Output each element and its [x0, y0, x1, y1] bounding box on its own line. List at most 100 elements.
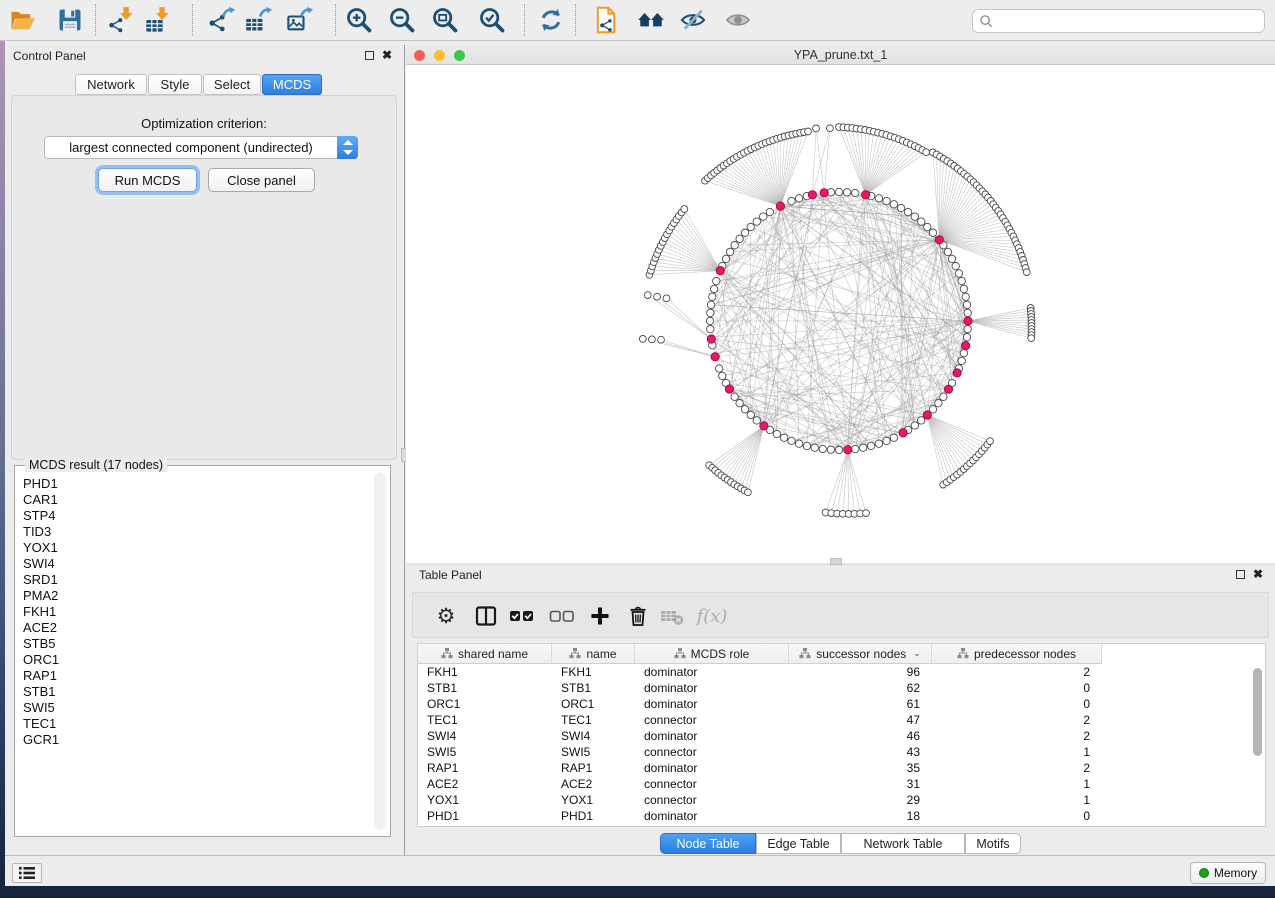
network-node[interactable] — [923, 149, 930, 156]
column-header-successor-nodes[interactable]: successor nodes⌄ — [789, 644, 932, 664]
network-node[interactable] — [960, 349, 967, 356]
network-node[interactable] — [747, 223, 754, 230]
network-node[interactable] — [875, 195, 882, 202]
zoom-fit-button[interactable] — [430, 5, 460, 35]
network-node[interactable] — [803, 442, 810, 449]
network-node[interactable] — [958, 277, 965, 284]
network-from-document-button[interactable] — [591, 5, 621, 35]
network-node[interactable] — [860, 444, 867, 451]
mcds-network-node[interactable] — [899, 429, 907, 437]
network-node[interactable] — [935, 400, 942, 407]
network-node[interactable] — [958, 357, 965, 364]
network-node[interactable] — [731, 393, 738, 400]
zoom-out-button[interactable] — [387, 5, 417, 35]
network-node[interactable] — [719, 372, 726, 379]
network-node[interactable] — [805, 128, 812, 135]
network-node[interactable] — [811, 444, 818, 451]
mcds-network-node[interactable] — [707, 335, 715, 343]
search-input[interactable] — [994, 11, 1264, 31]
mcds-network-node[interactable] — [844, 446, 852, 454]
mcds-network-node[interactable] — [776, 202, 784, 210]
mcds-result-item[interactable]: PMA2 — [23, 588, 372, 604]
network-node[interactable] — [835, 188, 842, 195]
network-node[interactable] — [962, 293, 969, 300]
export-network-button[interactable] — [207, 5, 237, 35]
mcds-result-item[interactable]: RAP1 — [23, 668, 372, 684]
tab-mcds[interactable]: MCDS — [262, 74, 322, 95]
network-node[interactable] — [1028, 335, 1035, 342]
export-table-button[interactable] — [244, 5, 274, 35]
mcds-network-node[interactable] — [711, 353, 719, 361]
split-view-icon[interactable] — [471, 601, 501, 631]
mcds-result-item[interactable]: ACE2 — [23, 620, 372, 636]
add-row-icon[interactable] — [585, 601, 615, 631]
mcds-result-item[interactable]: SWI5 — [23, 700, 372, 716]
mcds-network-node[interactable] — [862, 191, 870, 199]
mcds-result-list[interactable]: PHD1CAR1STP4TID3YOX1SWI4SRD1PMA2FKH1ACE2… — [17, 476, 372, 834]
table-row-TEC1[interactable]: TEC1TEC1connector472 — [418, 712, 1265, 728]
network-node[interactable] — [883, 197, 890, 204]
column-header-shared-name[interactable]: shared name — [418, 644, 552, 664]
tab-network-table[interactable]: Network Table — [841, 833, 965, 854]
network-node[interactable] — [897, 204, 904, 211]
table-row-SWI4[interactable]: SWI4SWI4dominator462 — [418, 728, 1265, 744]
network-node[interactable] — [795, 195, 802, 202]
deselect-all-icon[interactable] — [547, 601, 577, 631]
memory-button[interactable]: Memory — [1190, 862, 1266, 884]
mcds-result-item[interactable]: TID3 — [23, 524, 372, 540]
table-float-window-icon[interactable] — [1236, 570, 1245, 579]
mcds-result-item[interactable]: SRD1 — [23, 572, 372, 588]
mcds-result-scrollbar[interactable] — [374, 472, 386, 830]
network-node[interactable] — [707, 309, 714, 316]
network-node[interactable] — [639, 336, 646, 343]
mcds-result-item[interactable]: STP4 — [23, 508, 372, 524]
network-node[interactable] — [904, 208, 911, 215]
network-node[interactable] — [875, 440, 882, 447]
network-node[interactable] — [773, 430, 780, 437]
network-node[interactable] — [952, 262, 959, 269]
network-node[interactable] — [707, 301, 714, 308]
network-node[interactable] — [736, 235, 743, 242]
mcds-network-node[interactable] — [962, 342, 970, 350]
import-network-button[interactable] — [107, 5, 137, 35]
tab-network[interactable]: Network — [75, 74, 147, 95]
mcds-result-item[interactable]: SWI4 — [23, 556, 372, 572]
network-node[interactable] — [706, 317, 713, 324]
network-node[interactable] — [753, 417, 760, 424]
delete-row-icon[interactable] — [623, 601, 653, 631]
network-node[interactable] — [788, 197, 795, 204]
network-node[interactable] — [731, 242, 738, 249]
mcds-result-item[interactable]: PHD1 — [23, 476, 372, 492]
network-node[interactable] — [747, 411, 754, 418]
network-node[interactable] — [710, 285, 717, 292]
network-node[interactable] — [649, 336, 656, 343]
mcds-result-item[interactable]: STB1 — [23, 684, 372, 700]
mcds-network-node[interactable] — [716, 267, 724, 275]
network-node[interactable] — [813, 125, 820, 132]
mcds-network-node[interactable] — [760, 422, 768, 430]
network-node[interactable] — [955, 270, 962, 277]
tab-style[interactable]: Style — [148, 74, 202, 95]
table-row-ORC1[interactable]: ORC1ORC1dominator610 — [418, 696, 1265, 712]
network-node[interactable] — [709, 293, 716, 300]
tab-select[interactable]: Select — [203, 74, 261, 95]
mcds-result-item[interactable]: YOX1 — [23, 540, 372, 556]
network-node[interactable] — [707, 325, 714, 332]
network-window-titlebar[interactable]: YPA_prune.txt_1 — [406, 45, 1275, 65]
network-node[interactable] — [741, 406, 748, 413]
network-node[interactable] — [780, 434, 787, 441]
select-all-icon[interactable] — [507, 601, 537, 631]
mcds-result-item[interactable]: TEC1 — [23, 716, 372, 732]
network-node[interactable] — [658, 336, 665, 343]
column-header-MCDS-role[interactable]: MCDS role — [635, 644, 789, 664]
network-node[interactable] — [890, 434, 897, 441]
first-neighbors-button[interactable] — [636, 5, 666, 35]
open-file-button[interactable] — [7, 5, 37, 35]
network-node[interactable] — [736, 400, 743, 407]
mcds-network-node[interactable] — [953, 369, 961, 377]
network-node[interactable] — [713, 277, 720, 284]
mcds-result-item[interactable]: ORC1 — [23, 652, 372, 668]
mcds-network-node[interactable] — [944, 385, 952, 393]
network-node[interactable] — [722, 255, 729, 262]
close-panel-icon[interactable]: ✖ — [382, 48, 392, 62]
